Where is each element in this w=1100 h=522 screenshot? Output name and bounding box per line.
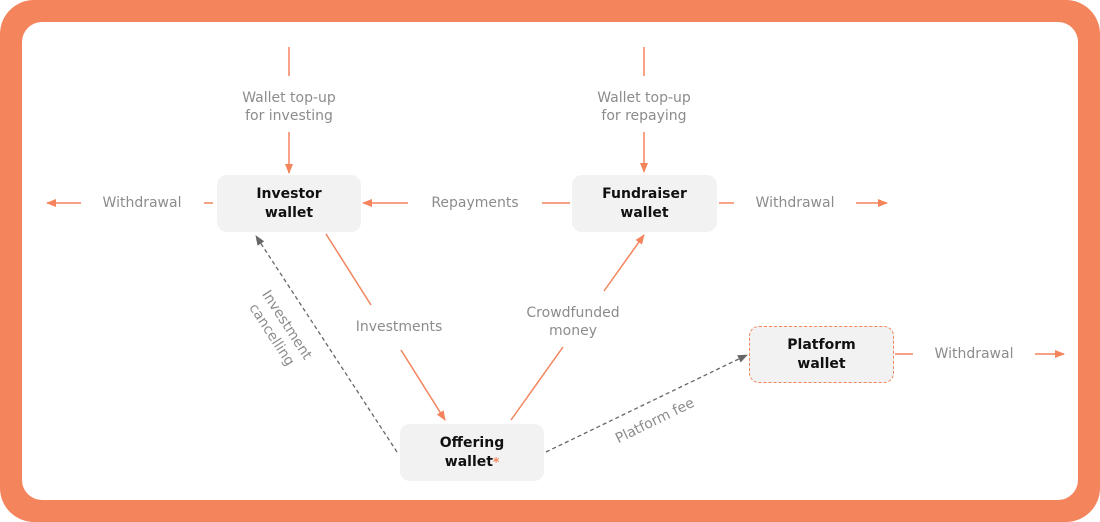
label-investments: Investments (355, 319, 443, 335)
platform-wallet-line2: wallet (797, 355, 846, 372)
platform-fee-arrow (545, 354, 748, 453)
label-crowdfunded: Crowdfunded money (503, 304, 643, 340)
flow-connectors (46, 47, 1065, 453)
platform-wallet-line1: Platform (787, 336, 856, 353)
label-repayments: Repayments (431, 195, 519, 211)
fundraiser-wallet-line2: wallet (620, 204, 669, 221)
crowdfunded-arrow (603, 234, 645, 292)
platform-wallet-node: Platform wallet (749, 326, 894, 383)
label-topup-investing: Wallet top-up for investing (219, 89, 359, 125)
investments-arrow (400, 349, 446, 421)
label-withdrawal-investor: Withdrawal (102, 195, 182, 211)
label-topup-repaying-line1: Wallet top-up (597, 90, 691, 106)
investor-wallet-node: Investor wallet (217, 175, 361, 232)
asterisk-marker: * (492, 454, 500, 469)
label-withdrawal-platform: Withdrawal (934, 346, 1014, 362)
label-topup-repaying-line2: for repaying (601, 108, 687, 124)
investments-line-top (325, 233, 372, 306)
fundraiser-wallet-node: Fundraiser wallet (572, 175, 717, 232)
fundraiser-wallet-line1: Fundraiser (602, 185, 687, 202)
label-withdrawal-fundraiser: Withdrawal (755, 195, 835, 211)
label-topup-investing-line2: for investing (245, 108, 333, 124)
offering-wallet-node: Offering wallet* (400, 424, 544, 481)
label-crowdfunded-line2: money (549, 323, 597, 339)
label-topup-investing-line1: Wallet top-up (242, 90, 336, 106)
offering-wallet-line1: Offering (439, 434, 505, 451)
offering-wallet-line2: wallet (444, 453, 493, 470)
investor-wallet-line2: wallet (264, 204, 314, 221)
label-topup-repaying: Wallet top-up for repaying (574, 89, 714, 125)
investor-wallet-line1: Investor (256, 185, 322, 202)
crowdfunded-line-bottom (510, 346, 564, 421)
label-crowdfunded-line1: Crowdfunded (526, 305, 620, 321)
